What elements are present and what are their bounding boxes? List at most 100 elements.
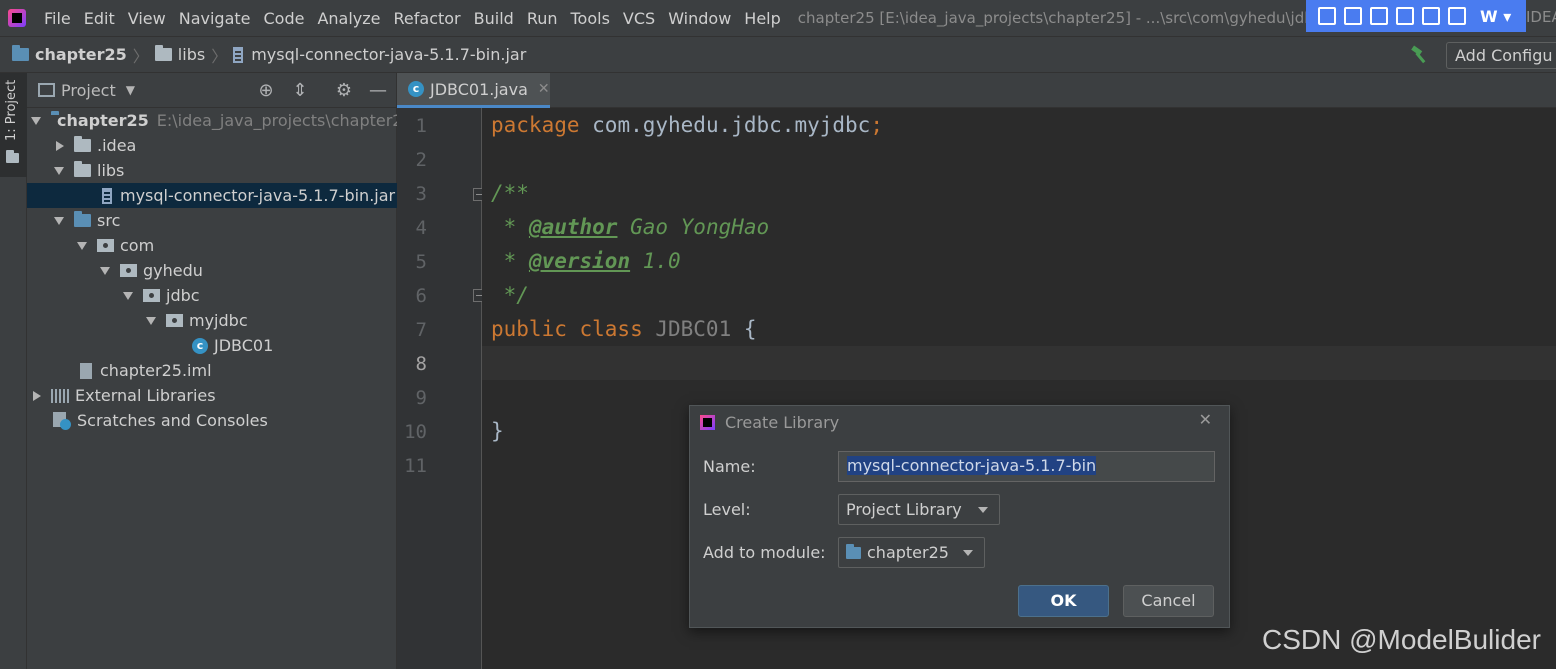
code-line-6: */ bbox=[491, 283, 529, 307]
tree-item-gyhedu[interactable]: gyhedu bbox=[27, 258, 397, 283]
editor-gutter: 1 2 3 4 5 6 7 8 9 10 11 bbox=[397, 108, 486, 669]
minimize-icon[interactable]: — bbox=[368, 81, 388, 101]
dialog-title-bar: Create Library bbox=[690, 406, 1229, 438]
code-line-4: * @author Gao YongHao bbox=[491, 215, 770, 239]
jar-icon bbox=[102, 187, 112, 204]
project-view-selector[interactable]: Project bbox=[61, 81, 116, 100]
menu-view[interactable]: View bbox=[122, 9, 173, 28]
breadcrumb-project[interactable]: chapter25 bbox=[12, 45, 127, 64]
breadcrumb-separator: 〉 bbox=[211, 46, 228, 66]
expand-arrow-icon[interactable] bbox=[146, 316, 156, 325]
expand-arrow-icon[interactable] bbox=[31, 116, 41, 125]
menu-navigate[interactable]: Navigate bbox=[173, 9, 258, 28]
module-dropdown[interactable]: chapter25 bbox=[838, 537, 985, 568]
dialog-title: Create Library bbox=[725, 412, 840, 432]
add-configuration-button[interactable]: Add Configu bbox=[1446, 42, 1556, 69]
library-name-input[interactable]: mysql-connector-java-5.1.7-bin bbox=[838, 451, 1215, 482]
package-icon bbox=[143, 289, 160, 302]
close-icon[interactable]: ✕ bbox=[1199, 410, 1212, 429]
editor-tab-bar: c JDBC01.java ✕ bbox=[397, 73, 1556, 108]
chevron-down-icon[interactable]: ▼ bbox=[126, 83, 135, 97]
line-number: 4 bbox=[415, 217, 427, 239]
menu-analyze[interactable]: Analyze bbox=[311, 9, 387, 28]
folder-icon bbox=[154, 45, 172, 61]
wps-logo-icon[interactable]: W ▾ bbox=[1480, 7, 1511, 26]
expand-arrow-icon[interactable] bbox=[54, 216, 64, 225]
java-class-icon: c bbox=[408, 81, 424, 97]
expand-arrow-icon[interactable] bbox=[77, 241, 87, 250]
package-icon bbox=[97, 239, 114, 252]
project-panel-header: Project ▼ ⊕ ⇕ ⚙ — bbox=[27, 73, 396, 108]
gear-icon[interactable]: ⚙ bbox=[334, 81, 354, 101]
expand-arrow-icon[interactable] bbox=[123, 291, 133, 300]
tree-item-jdbc01[interactable]: c JDBC01 bbox=[27, 333, 397, 358]
ok-button[interactable]: OK bbox=[1018, 585, 1109, 617]
line-number: 3 bbox=[415, 183, 427, 205]
intellij-logo-icon bbox=[700, 414, 715, 430]
module-folder-icon bbox=[846, 543, 861, 559]
tool-window-stripe: 1: Project bbox=[0, 73, 27, 669]
tree-item-myjdbc[interactable]: myjdbc bbox=[27, 308, 397, 333]
menu-vcs[interactable]: VCS bbox=[617, 9, 662, 28]
notes-icon[interactable] bbox=[1396, 7, 1414, 25]
tree-item-external-libraries[interactable]: External Libraries bbox=[27, 383, 397, 408]
tree-item-com[interactable]: com bbox=[27, 233, 397, 258]
code-line-7: public class JDBC01 { bbox=[491, 317, 757, 341]
breadcrumb-libs[interactable]: libs bbox=[154, 45, 205, 64]
tree-item-libs[interactable]: libs bbox=[27, 158, 397, 183]
screenshot-icon[interactable] bbox=[1422, 7, 1440, 25]
project-tool-window-tab[interactable]: 1: Project bbox=[0, 73, 27, 177]
expand-arrow-icon[interactable] bbox=[54, 166, 64, 175]
breadcrumb-jar[interactable]: mysql-connector-java-5.1.7-bin.jar bbox=[233, 45, 526, 64]
menu-tools[interactable]: Tools bbox=[565, 9, 617, 28]
line-number-current: 8 bbox=[415, 353, 427, 375]
line-number: 1 bbox=[415, 115, 427, 137]
intellij-logo-icon bbox=[8, 9, 26, 27]
menu-refactor[interactable]: Refactor bbox=[388, 9, 468, 28]
library-icon bbox=[51, 388, 69, 403]
tree-item-scratches[interactable]: Scratches and Consoles bbox=[27, 408, 397, 433]
chevron-down-icon bbox=[963, 550, 973, 556]
tree-item-iml[interactable]: chapter25.iml bbox=[27, 358, 397, 383]
level-dropdown[interactable]: Project Library bbox=[838, 494, 1000, 525]
csdn-watermark: CSDN @ModelBulider bbox=[1262, 624, 1541, 655]
calendar-icon[interactable] bbox=[1448, 7, 1466, 25]
line-number: 2 bbox=[415, 149, 427, 171]
line-number: 11 bbox=[404, 455, 427, 477]
checkbox-icon[interactable] bbox=[1370, 7, 1388, 25]
source-folder-icon bbox=[74, 211, 91, 227]
build-hammer-icon[interactable] bbox=[1410, 45, 1430, 65]
document-icon[interactable] bbox=[1318, 7, 1336, 25]
navigation-bar: chapter25 〉 libs 〉 mysql-connector-java-… bbox=[0, 36, 1556, 73]
code-line-3: /** bbox=[491, 181, 529, 205]
tree-item-chapter25[interactable]: chapter25 E:\idea_java_projects\chapter2 bbox=[27, 108, 402, 133]
menu-run[interactable]: Run bbox=[521, 9, 565, 28]
collapse-arrow-icon[interactable] bbox=[56, 140, 64, 151]
expand-arrow-icon[interactable] bbox=[100, 266, 110, 275]
folder-add-icon[interactable] bbox=[1344, 7, 1362, 25]
menu-window[interactable]: Window bbox=[662, 9, 738, 28]
locate-icon[interactable]: ⊕ bbox=[256, 81, 276, 101]
line-number: 7 bbox=[415, 319, 427, 341]
line-number: 10 bbox=[404, 421, 427, 443]
menu-help[interactable]: Help bbox=[738, 9, 787, 28]
close-icon[interactable]: ✕ bbox=[538, 81, 550, 97]
tree-item-jdbc[interactable]: jdbc bbox=[27, 283, 397, 308]
code-line-1: package com.gyhedu.jdbc.myjdbc; bbox=[491, 113, 883, 137]
folder-icon bbox=[74, 161, 91, 177]
tree-item-idea[interactable]: .idea bbox=[27, 133, 397, 158]
folder-icon bbox=[6, 150, 19, 163]
menu-file[interactable]: File bbox=[38, 9, 78, 28]
window-title: chapter25 [E:\idea_java_projects\chapter… bbox=[797, 9, 1314, 27]
collapse-all-icon[interactable]: ⇕ bbox=[290, 81, 310, 101]
code-line-5: * @version 1.0 bbox=[491, 249, 681, 273]
tree-item-mysql-jar[interactable]: mysql-connector-java-5.1.7-bin.jar bbox=[27, 183, 397, 208]
collapse-arrow-icon[interactable] bbox=[33, 390, 41, 401]
menu-edit[interactable]: Edit bbox=[78, 9, 122, 28]
cancel-button[interactable]: Cancel bbox=[1123, 585, 1214, 617]
tree-item-src[interactable]: src bbox=[27, 208, 397, 233]
line-number: 6 bbox=[415, 285, 427, 307]
menu-code[interactable]: Code bbox=[258, 9, 312, 28]
menu-build[interactable]: Build bbox=[468, 9, 521, 28]
tab-jdbc01-java[interactable]: c JDBC01.java ✕ bbox=[397, 73, 550, 108]
